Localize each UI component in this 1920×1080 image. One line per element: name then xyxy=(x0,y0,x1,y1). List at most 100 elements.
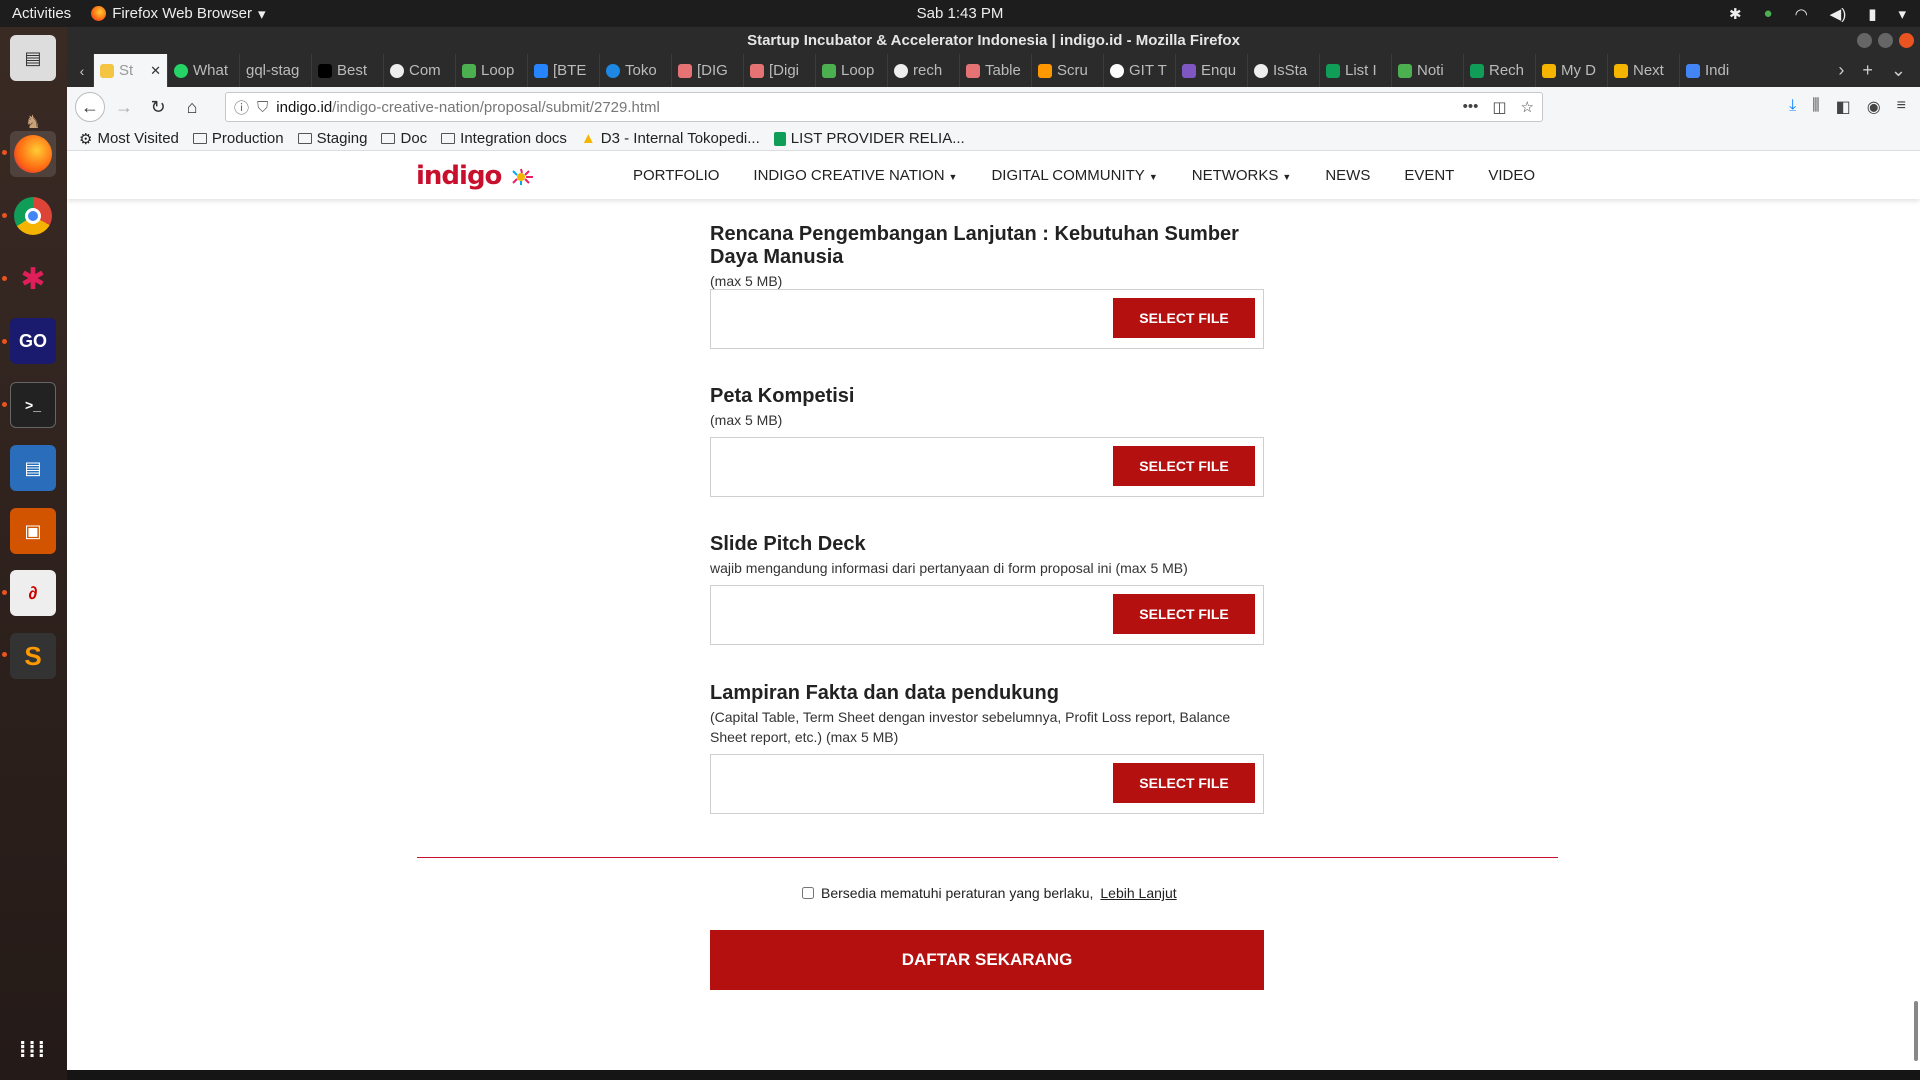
tab[interactable]: IsSta xyxy=(1247,54,1319,87)
bookmark-most-visited[interactable]: ⚙ Most Visited xyxy=(79,130,179,148)
terms-agreement[interactable]: Bersedia mematuhi peraturan yang berlaku… xyxy=(802,885,1177,901)
tab[interactable]: Rech xyxy=(1463,54,1535,87)
page-scrollbar-thumb[interactable] xyxy=(1914,1001,1918,1061)
slack-icon[interactable]: ✱ xyxy=(10,256,56,302)
show-apps-grid-icon[interactable]: ⁞⁞⁞ xyxy=(10,1027,56,1073)
forward-arrow-icon[interactable]: → xyxy=(109,92,139,122)
battery-icon[interactable]: ▮ xyxy=(1868,5,1876,23)
menu-item-networks[interactable]: NETWORKS ▼ xyxy=(1192,167,1292,184)
slack-tray-icon[interactable]: ✱ xyxy=(1729,5,1742,23)
system-tray[interactable]: ✱ ● ◠ ◀) ▮ ▾ xyxy=(1729,5,1906,23)
file-upload-competition-map[interactable]: SELECT FILE xyxy=(710,437,1264,497)
bookmark-folder-doc[interactable]: Doc xyxy=(381,130,427,147)
bookmark-star-icon[interactable]: ☆ xyxy=(1521,98,1534,116)
home-icon[interactable]: ⌂ xyxy=(177,92,207,122)
tab[interactable]: [BTE xyxy=(527,54,599,87)
terminal-icon[interactable]: >_ xyxy=(10,382,56,428)
tab-scroll-right-icon[interactable]: › xyxy=(1838,60,1844,81)
status-dot-icon[interactable]: ● xyxy=(1764,5,1773,22)
tab[interactable]: rech xyxy=(887,54,959,87)
bookmark-folder-staging[interactable]: Staging xyxy=(297,130,367,147)
tab[interactable]: Scru xyxy=(1031,54,1103,87)
activities-button[interactable]: Activities xyxy=(0,5,83,22)
pocket-icon[interactable]: ◫ xyxy=(1492,98,1506,116)
menu-item-digital-community[interactable]: DIGITAL COMMUNITY ▼ xyxy=(991,167,1157,184)
tab[interactable]: Loop xyxy=(455,54,527,87)
evince-icon[interactable]: ∂ xyxy=(10,570,56,616)
file-upload-sdm-plan[interactable]: SELECT FILE xyxy=(710,289,1264,349)
tab[interactable]: Com xyxy=(383,54,455,87)
impress-icon[interactable]: ▣ xyxy=(10,508,56,554)
url-bar[interactable]: ⓘ ⛉ indigo.id/indigo-creative-nation/pro… xyxy=(225,92,1543,122)
select-file-button[interactable]: SELECT FILE xyxy=(1113,446,1255,486)
app-menu[interactable]: Firefox Web Browser ▾ xyxy=(83,5,265,23)
goland-icon[interactable]: GO xyxy=(10,318,56,364)
terms-checkbox[interactable] xyxy=(802,887,814,899)
menu-item-event[interactable]: EVENT xyxy=(1404,167,1454,184)
tab[interactable]: [DIG xyxy=(671,54,743,87)
bookmark-folder-integration-docs[interactable]: Integration docs xyxy=(441,130,567,147)
download-icon[interactable]: ⤓ xyxy=(1789,97,1796,117)
menu-item-news[interactable]: NEWS xyxy=(1325,167,1370,184)
shield-icon[interactable]: ⛉ xyxy=(257,99,268,116)
close-window-icon[interactable] xyxy=(1899,33,1914,48)
chrome-icon[interactable] xyxy=(10,193,56,239)
tab[interactable]: What xyxy=(167,54,239,87)
menu-item-indigo-creative-nation[interactable]: INDIGO CREATIVE NATION ▼ xyxy=(753,167,957,184)
tab[interactable]: gql-stag xyxy=(239,54,311,87)
tab[interactable]: Table xyxy=(959,54,1031,87)
tab-active[interactable]: St ✕ xyxy=(93,54,167,87)
tab[interactable]: My D xyxy=(1535,54,1607,87)
tab[interactable]: Loop xyxy=(815,54,887,87)
select-file-button[interactable]: SELECT FILE xyxy=(1113,594,1255,634)
tab-label: Scru xyxy=(1057,62,1088,79)
tab[interactable]: Next xyxy=(1607,54,1679,87)
running-indicator xyxy=(2,339,7,344)
hamburger-menu-icon[interactable]: ≡ xyxy=(1897,97,1906,117)
indigo-logo[interactable]: indigo xyxy=(416,161,537,191)
clock[interactable]: Sab 1:43 PM xyxy=(917,5,1004,22)
logo-sun-icon xyxy=(512,168,534,185)
select-file-button[interactable]: SELECT FILE xyxy=(1113,763,1255,803)
tab[interactable]: Best xyxy=(311,54,383,87)
all-tabs-chevron-icon[interactable]: ⌄ xyxy=(1891,60,1906,81)
tab[interactable]: Indi xyxy=(1679,54,1751,87)
terms-more-link[interactable]: Lebih Lanjut xyxy=(1100,885,1176,901)
account-icon[interactable]: ◉ xyxy=(1867,97,1881,117)
library-icon[interactable]: ⫼ xyxy=(1812,97,1819,117)
sidebar-icon[interactable]: ◧ xyxy=(1836,97,1851,117)
writer-icon[interactable]: ▤ xyxy=(10,445,56,491)
tab[interactable]: List I xyxy=(1319,54,1391,87)
file-upload-pitch-deck[interactable]: SELECT FILE xyxy=(710,585,1264,645)
close-tab-icon[interactable]: ✕ xyxy=(150,63,161,79)
minimize-icon[interactable] xyxy=(1857,33,1872,48)
power-menu-icon[interactable]: ▾ xyxy=(1898,5,1906,23)
tab[interactable]: [Digi xyxy=(743,54,815,87)
new-tab-plus-icon[interactable]: + xyxy=(1862,60,1873,81)
info-icon[interactable]: ⓘ xyxy=(234,97,249,118)
tab-label: [DIG xyxy=(697,62,728,79)
back-arrow-icon[interactable]: ← xyxy=(75,92,105,122)
bookmark-d3-internal[interactable]: ▲ D3 - Internal Tokopedi... xyxy=(581,130,760,147)
tab-scroll-left-icon[interactable]: ‹ xyxy=(71,54,93,87)
bookmark-folder-production[interactable]: Production xyxy=(192,130,284,147)
maximize-icon[interactable] xyxy=(1878,33,1893,48)
volume-icon[interactable]: ◀) xyxy=(1830,5,1847,23)
menu-item-video[interactable]: VIDEO xyxy=(1488,167,1535,184)
page-actions-icon[interactable]: ••• xyxy=(1463,98,1479,116)
tab[interactable]: Toko xyxy=(599,54,671,87)
reload-icon[interactable]: ↻ xyxy=(143,92,173,122)
file-upload-supporting-data[interactable]: SELECT FILE xyxy=(710,754,1264,814)
firefox-dock-icon[interactable] xyxy=(10,131,56,177)
select-file-button[interactable]: SELECT FILE xyxy=(1113,298,1255,338)
chevron-down-icon: ▾ xyxy=(257,5,266,23)
bookmark-list-provider[interactable]: LIST PROVIDER RELIA... xyxy=(773,130,965,147)
tab[interactable]: GIT T xyxy=(1103,54,1175,87)
sublime-icon[interactable]: S xyxy=(10,633,56,679)
wifi-icon[interactable]: ◠ xyxy=(1795,5,1808,23)
register-now-button[interactable]: DAFTAR SEKARANG xyxy=(710,930,1264,990)
tab[interactable]: Enqu xyxy=(1175,54,1247,87)
menu-item-portfolio[interactable]: PORTFOLIO xyxy=(633,167,719,184)
tab[interactable]: Noti xyxy=(1391,54,1463,87)
files-cabinet-icon[interactable]: ▤ xyxy=(10,35,56,81)
